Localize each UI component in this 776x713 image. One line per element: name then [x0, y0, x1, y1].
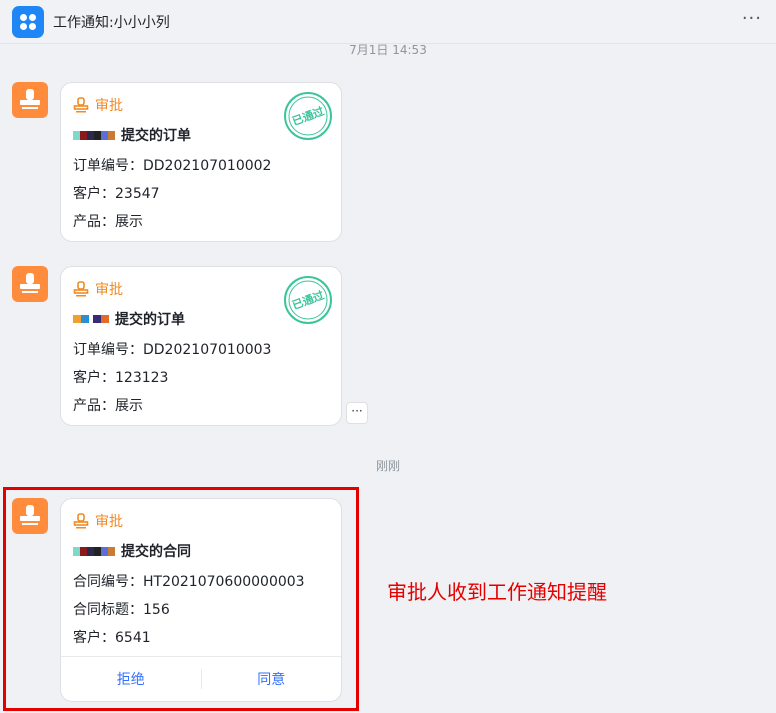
submitter-avatar-mosaic: [73, 130, 115, 140]
highlight-box: [3, 487, 359, 711]
product: 产品：展示: [73, 398, 143, 414]
stamp-text: 已通过: [290, 288, 326, 312]
approval-stamp-icon: [73, 97, 89, 113]
more-options-button[interactable]: ···: [742, 10, 762, 28]
approval-stamp-icon: [73, 281, 89, 297]
app-grid-icon[interactable]: [12, 6, 44, 38]
card-title: 提交的订单: [115, 312, 185, 328]
approval-avatar[interactable]: [12, 266, 48, 302]
card-title: 提交的订单: [121, 128, 191, 144]
card-header: 审批: [73, 279, 123, 299]
approved-stamp: 已通过: [284, 276, 332, 324]
submitter-avatar-mosaic: [73, 315, 109, 323]
card-label: 审批: [95, 98, 123, 114]
approval-avatar[interactable]: [12, 82, 48, 118]
approved-stamp: 已通过: [284, 92, 332, 140]
timestamp: 7月1日 14:53: [349, 43, 427, 57]
chat-title: 工作通知:小小小列: [53, 15, 170, 31]
annotation-text: 审批人收到工作通知提醒: [387, 580, 607, 604]
message-more-button[interactable]: ···: [346, 402, 368, 424]
order-number: 订单编号：DD202107010002: [73, 158, 272, 174]
approval-card[interactable]: 审批 提交的订单 订单编号：DD202107010003 客户：123123 产…: [60, 266, 342, 426]
timestamp: 刚刚: [375, 459, 400, 473]
card-title-row: 提交的订单: [73, 125, 191, 145]
customer: 客户：123123: [73, 370, 169, 386]
card-header: 审批: [73, 95, 123, 115]
stamp-text: 已通过: [290, 104, 326, 128]
product: 产品：展示: [73, 214, 143, 230]
card-label: 审批: [95, 282, 123, 298]
order-number: 订单编号：DD202107010003: [73, 342, 272, 358]
approval-card[interactable]: 审批 提交的订单 订单编号：DD202107010002 客户：23547 产品…: [60, 82, 342, 242]
customer: 客户：23547: [73, 186, 160, 202]
card-title-row: 提交的订单: [73, 309, 185, 329]
chat-header: 工作通知:小小小列 ···: [0, 0, 776, 44]
